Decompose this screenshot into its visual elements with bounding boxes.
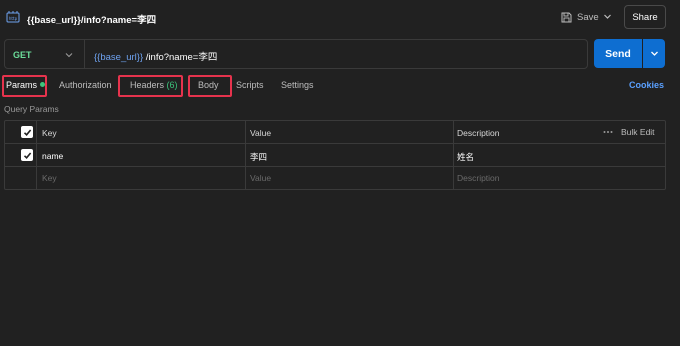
svg-text:http: http — [9, 16, 18, 21]
url-path: /info?name=李四 — [145, 52, 218, 63]
save-icon — [561, 12, 572, 22]
select-all-checkbox[interactable] — [21, 126, 33, 138]
query-params-table: Key Value Description Bulk Edit name 李四 … — [4, 120, 666, 190]
dots-icon[interactable] — [603, 130, 613, 134]
param-row-checkbox[interactable] — [21, 149, 33, 161]
divider — [36, 121, 37, 189]
bulk-edit-button[interactable]: Bulk Edit — [621, 127, 655, 137]
checkmark-icon — [23, 151, 31, 159]
chevron-down-icon — [650, 51, 658, 56]
share-button[interactable]: Share — [624, 5, 666, 29]
tab-authorization[interactable]: Authorization — [59, 80, 112, 90]
send-options-button[interactable] — [643, 39, 665, 68]
method-selector[interactable]: GET — [13, 50, 32, 60]
chevron-down-icon[interactable] — [65, 51, 73, 59]
divider — [245, 121, 246, 189]
url-variable: {{base_url}} — [94, 52, 144, 63]
tab-scripts[interactable]: Scripts — [236, 80, 264, 90]
divider — [84, 40, 85, 68]
new-value-input[interactable]: Value — [250, 173, 271, 183]
divider — [5, 166, 665, 167]
param-value[interactable]: 李四 — [250, 151, 267, 163]
http-request-icon: http — [6, 11, 20, 23]
highlight-box — [118, 75, 183, 97]
save-label: Save — [577, 11, 599, 23]
url-bar: GET {{base_url}} /info?name=李四 — [4, 39, 588, 69]
highlight-box — [188, 75, 232, 97]
query-params-title: Query Params — [4, 104, 59, 114]
column-header-key: Key — [42, 128, 57, 138]
new-key-input[interactable]: Key — [42, 173, 57, 183]
param-key[interactable]: name — [42, 151, 63, 161]
url-input[interactable]: {{base_url}} /info?name=李四 — [94, 49, 217, 63]
tab-label: Authorization — [59, 80, 112, 90]
divider — [453, 121, 454, 189]
tab-label: Scripts — [236, 80, 264, 90]
divider — [5, 143, 665, 144]
tab-settings[interactable]: Settings — [281, 80, 314, 90]
send-button[interactable]: Send — [594, 39, 642, 68]
new-description-input[interactable]: Description — [457, 173, 500, 183]
chevron-down-icon[interactable] — [603, 12, 612, 21]
highlight-box — [2, 75, 47, 97]
cookies-link[interactable]: Cookies — [629, 80, 664, 90]
column-header-value: Value — [250, 128, 272, 138]
tab-label: Settings — [281, 80, 314, 90]
column-header-description: Description — [457, 128, 500, 138]
save-button[interactable]: Save — [561, 8, 599, 26]
request-title-bar: http {{base_url}}/info?name=李四 Save Shar… — [0, 0, 680, 34]
request-name[interactable]: {{base_url}}/info?name=李四 — [27, 12, 156, 26]
param-description[interactable]: 姓名 — [457, 151, 474, 163]
checkmark-icon — [23, 128, 31, 136]
